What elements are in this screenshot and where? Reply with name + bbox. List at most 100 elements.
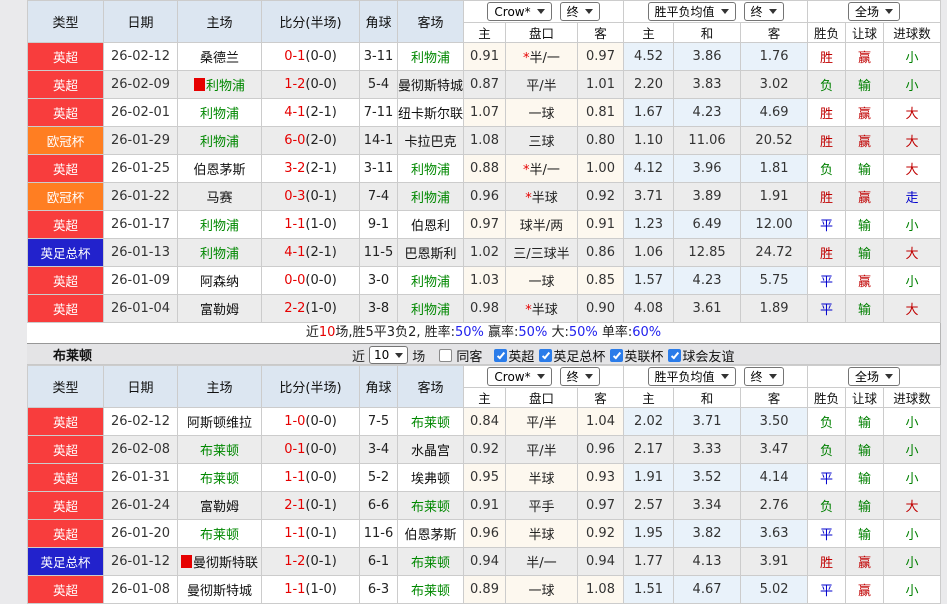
- league-checkbox[interactable]: [668, 349, 681, 362]
- result-handicap: 输: [846, 71, 884, 99]
- result-wdl: 平: [808, 464, 846, 492]
- col-header-date: 日期: [104, 1, 178, 43]
- home-team[interactable]: 阿斯顿维拉: [178, 408, 262, 436]
- home-team[interactable]: 利物浦: [178, 99, 262, 127]
- away-team[interactable]: 埃弗顿: [398, 464, 464, 492]
- away-team[interactable]: 布莱顿: [398, 576, 464, 604]
- league-checkbox[interactable]: [494, 349, 507, 362]
- corner-count: 5-2: [360, 464, 398, 492]
- team2-history-table: 类型 日期 主场 比分(半场) 角球 客场 Crow* 终 胜平负均值 终: [27, 365, 941, 604]
- avg-odds-draw: 3.89: [674, 183, 741, 211]
- same-away-checkbox[interactable]: [439, 349, 452, 362]
- result-handicap: 输: [846, 492, 884, 520]
- check-icon: [671, 350, 679, 359]
- home-team[interactable]: 桑德兰: [178, 43, 262, 71]
- handicap-odds-home: 1.02: [464, 239, 506, 267]
- sub-header-goals: 进球数: [884, 388, 941, 408]
- avg-odds-home: 2.02: [624, 408, 674, 436]
- home-team[interactable]: 布莱顿: [178, 520, 262, 548]
- corner-count: 11-6: [360, 520, 398, 548]
- avg-odds-draw: 4.13: [674, 548, 741, 576]
- match-date: 26-02-09: [104, 71, 178, 99]
- league-badge: 英超: [28, 43, 104, 71]
- home-team[interactable]: 富勒姆: [178, 295, 262, 323]
- away-team[interactable]: 利物浦: [398, 183, 464, 211]
- home-team[interactable]: 阿森纳: [178, 267, 262, 295]
- home-team[interactable]: 布莱顿: [178, 464, 262, 492]
- away-team[interactable]: 伯恩利: [398, 211, 464, 239]
- home-team[interactable]: 曼彻斯特城: [178, 576, 262, 604]
- recent-count-select[interactable]: 10: [369, 346, 408, 364]
- handicap-odds-home: 0.89: [464, 576, 506, 604]
- home-team[interactable]: 利物浦: [178, 239, 262, 267]
- result-handicap: 赢: [846, 127, 884, 155]
- final-odds-select[interactable]: 终: [560, 367, 600, 386]
- match-score: 4-1(2-1): [262, 99, 360, 127]
- chevron-down-icon: [769, 374, 777, 379]
- league-checkbox-label: 球会友谊: [682, 346, 734, 365]
- match-score: 0-3(0-1): [262, 183, 360, 211]
- home-team[interactable]: 曼彻斯特联: [178, 548, 262, 576]
- same-away-label: 同客: [456, 346, 482, 365]
- red-card-icon: [194, 78, 205, 91]
- away-team[interactable]: 布莱顿: [398, 492, 464, 520]
- away-team[interactable]: 布莱顿: [398, 548, 464, 576]
- away-team[interactable]: 利物浦: [398, 155, 464, 183]
- final-odds-select-2[interactable]: 终: [744, 367, 784, 386]
- team2-table-header: 类型 日期 主场 比分(半场) 角球 客场 Crow* 终 胜平负均值 终: [28, 366, 941, 408]
- sub-header-avg-draw: 和: [674, 23, 741, 43]
- league-badge: 英超: [28, 464, 104, 492]
- home-team[interactable]: 利物浦: [178, 71, 262, 99]
- away-team[interactable]: 利物浦: [398, 295, 464, 323]
- away-team[interactable]: 曼彻斯特城: [398, 71, 464, 99]
- check-icon: [613, 350, 621, 359]
- avg-odds-away: 5.75: [741, 267, 808, 295]
- match-score: 1-2(0-0): [262, 71, 360, 99]
- avg-odds-select[interactable]: 胜平负均值: [648, 367, 736, 386]
- handicap-line: *半球: [506, 183, 578, 211]
- home-team[interactable]: 富勒姆: [178, 492, 262, 520]
- result-goals: 小: [884, 408, 941, 436]
- match-score: 3-2(2-1): [262, 155, 360, 183]
- home-team[interactable]: 布莱顿: [178, 436, 262, 464]
- sub-header-avg-home: 主: [624, 388, 674, 408]
- home-team[interactable]: 马赛: [178, 183, 262, 211]
- result-handicap: 输: [846, 464, 884, 492]
- avg-odds-select-value: 胜平负均值: [655, 3, 715, 20]
- match-date: 26-02-08: [104, 436, 178, 464]
- full-match-select[interactable]: 全场: [848, 367, 900, 386]
- result-wdl: 胜: [808, 127, 846, 155]
- col-header-home: 主场: [178, 366, 262, 408]
- home-team[interactable]: 利物浦: [178, 127, 262, 155]
- away-team[interactable]: 利物浦: [398, 267, 464, 295]
- match-score: 1-1(1-0): [262, 576, 360, 604]
- final-odds-select[interactable]: 终: [560, 2, 600, 21]
- avg-odds-select[interactable]: 胜平负均值: [648, 2, 736, 21]
- away-team[interactable]: 水晶宫: [398, 436, 464, 464]
- home-team[interactable]: 伯恩茅斯: [178, 155, 262, 183]
- final-odds-select-value: 终: [567, 368, 579, 385]
- away-team[interactable]: 利物浦: [398, 43, 464, 71]
- corner-count: 6-3: [360, 576, 398, 604]
- away-team[interactable]: 巴恩斯利: [398, 239, 464, 267]
- full-match-select[interactable]: 全场: [848, 2, 900, 21]
- bookmaker-select[interactable]: Crow*: [487, 367, 551, 386]
- avg-odds-home: 1.95: [624, 520, 674, 548]
- away-team[interactable]: 卡拉巴克: [398, 127, 464, 155]
- bookmaker-select-value: Crow*: [494, 5, 530, 19]
- away-team[interactable]: 纽卡斯尔联: [398, 99, 464, 127]
- away-team[interactable]: 布莱顿: [398, 408, 464, 436]
- league-checkbox[interactable]: [610, 349, 623, 362]
- chevron-down-icon: [885, 374, 893, 379]
- home-team[interactable]: 利物浦: [178, 211, 262, 239]
- avg-odds-away: 1.76: [741, 43, 808, 71]
- match-row: 英超 26-01-04 富勒姆 2-2(1-0) 3-8 利物浦 0.98 *半…: [28, 295, 941, 323]
- corner-count: 5-4: [360, 71, 398, 99]
- bookmaker-select[interactable]: Crow*: [487, 2, 551, 21]
- col-header-score: 比分(半场): [262, 366, 360, 408]
- final-odds-select-2[interactable]: 终: [744, 2, 784, 21]
- away-team[interactable]: 伯恩茅斯: [398, 520, 464, 548]
- league-checkbox[interactable]: [539, 349, 552, 362]
- result-handicap: 输: [846, 155, 884, 183]
- handicap-odds-home: 0.97: [464, 211, 506, 239]
